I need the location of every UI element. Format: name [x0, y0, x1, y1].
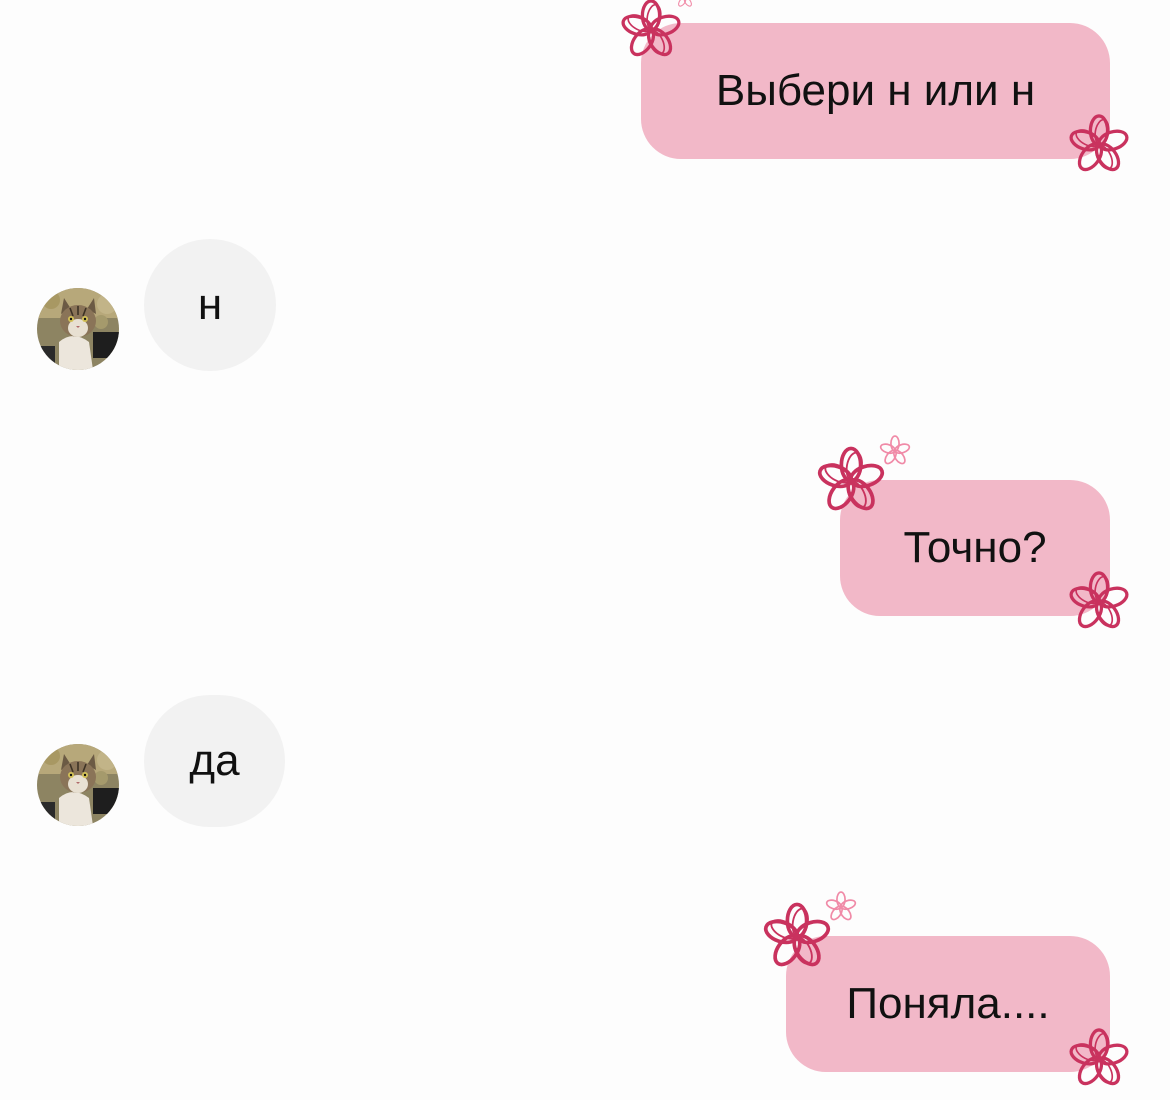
message-bubble-incoming[interactable]: н [144, 239, 276, 371]
message-text: Точно? [903, 523, 1047, 572]
message-text: да [189, 736, 240, 785]
flower-icon [1067, 1028, 1131, 1090]
flower-icon [761, 891, 858, 971]
message-bubble-incoming[interactable]: да [144, 695, 285, 827]
flower-icon [619, 0, 692, 61]
flower-icon [1067, 571, 1131, 633]
flower-icon [1067, 114, 1131, 176]
message-text: Поняла.... [846, 979, 1050, 1028]
message-text: н [197, 280, 223, 329]
flower-icon [815, 435, 912, 515]
message-text: Выбери н или н [715, 66, 1036, 115]
cat-avatar[interactable] [37, 744, 119, 826]
cat-avatar[interactable] [37, 288, 119, 370]
message-bubble-outgoing[interactable]: Выбери н или н [641, 23, 1110, 159]
